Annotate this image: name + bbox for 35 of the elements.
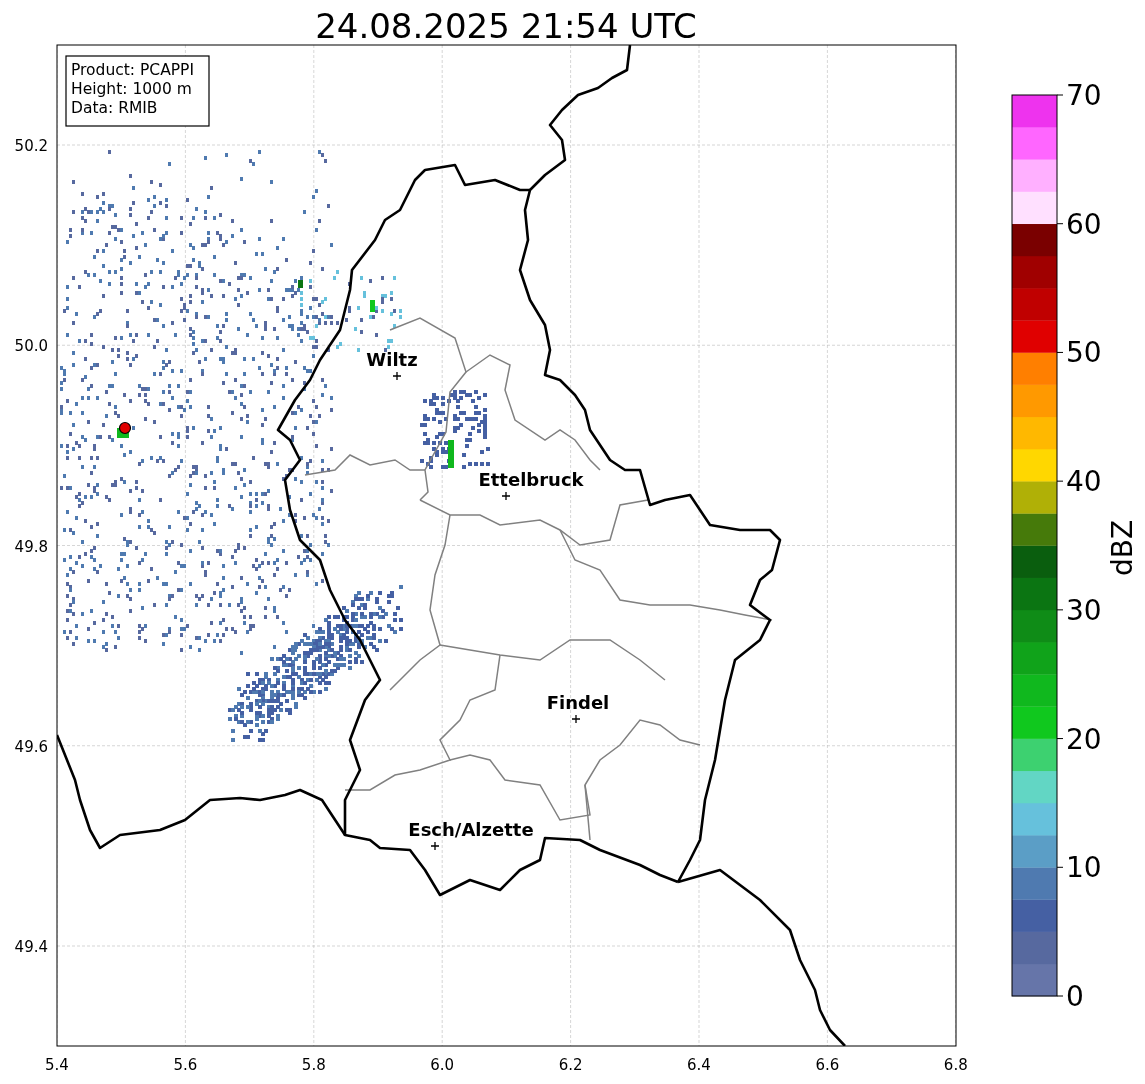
x-tick-label: 5.4 [45, 1056, 69, 1074]
colorbar-tick-label: 70 [1066, 79, 1102, 112]
x-tick-label: 6.6 [815, 1056, 840, 1074]
city-marker-icon [571, 714, 581, 724]
city-label: Findel [546, 692, 610, 713]
colorbar-tick-label: 20 [1066, 722, 1102, 756]
city-marker-icon [392, 371, 402, 381]
colorbar-tick-label: 60 [1066, 207, 1102, 241]
colorbar-tick-label: 30 [1066, 593, 1102, 627]
y-tick-label: 49.8 [14, 537, 48, 556]
x-tick-label: 6.2 [558, 1056, 583, 1074]
x-tick-label: 6.0 [430, 1056, 455, 1074]
y-tick-label: 49.6 [14, 737, 48, 756]
x-tick-label: 5.8 [301, 1056, 326, 1074]
y-tick-label: 50.2 [14, 137, 48, 155]
y-tick-label: 50.0 [14, 337, 48, 356]
info-line: Data: RMIB [71, 99, 158, 117]
city-label: Ettelbruck [478, 469, 584, 490]
info-line: Product: PCAPPI [71, 61, 195, 79]
colorbar-tick-label: 50 [1066, 336, 1102, 370]
city-label: Wiltz [366, 349, 418, 370]
y-tick-label: 49.4 [14, 938, 48, 956]
x-tick-label: 6.4 [687, 1056, 711, 1074]
colorbar-label: dBZ [1106, 519, 1139, 577]
radar-site-marker [118, 421, 132, 435]
city-marker-icon [501, 491, 511, 501]
info-line: Height: 1000 m [71, 80, 192, 98]
x-tick-label: 5.6 [173, 1056, 198, 1074]
city-label: Esch/Alzette [408, 819, 534, 840]
colorbar-tick-label: 0 [1066, 980, 1084, 1013]
chart-title: 24.08.2025 21:54 UTC [315, 6, 697, 46]
x-tick-label: 6.8 [943, 1056, 968, 1074]
city-marker-icon [430, 841, 440, 851]
colorbar-tick-label: 10 [1066, 851, 1102, 885]
colorbar-tick-label: 40 [1066, 465, 1102, 499]
